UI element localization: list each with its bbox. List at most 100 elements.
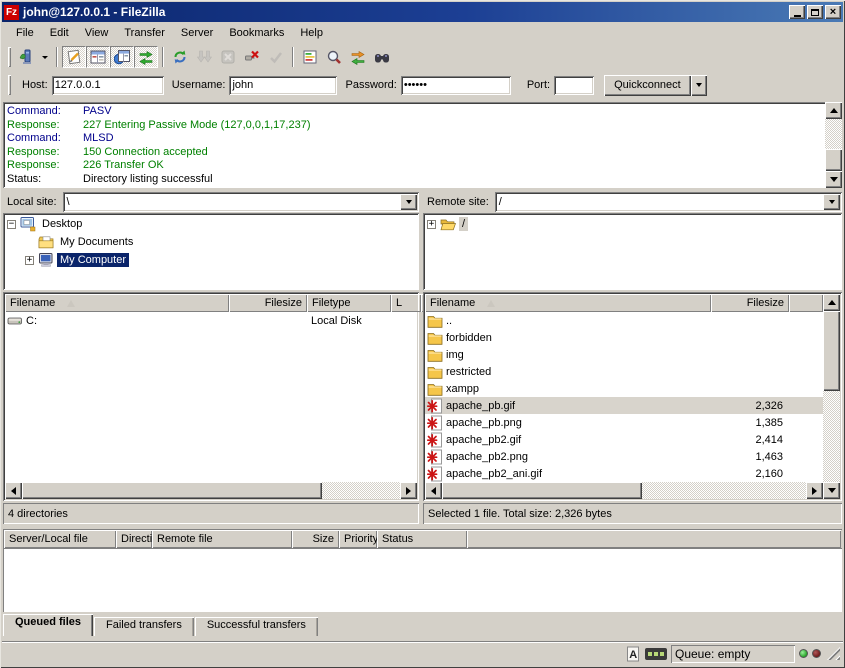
- column-header-filename[interactable]: Filename: [425, 294, 711, 312]
- scroll-track[interactable]: [825, 119, 842, 171]
- menu-bookmarks[interactable]: Bookmarks: [221, 25, 292, 41]
- process-queue-button[interactable]: [192, 46, 216, 68]
- tab-successful-transfers[interactable]: Successful transfers: [195, 617, 318, 636]
- find-files-button[interactable]: [370, 46, 394, 68]
- username-input[interactable]: [229, 76, 337, 95]
- quickconnect-dropdown[interactable]: [691, 75, 707, 96]
- tree-item-my-documents[interactable]: My Documents: [3, 233, 419, 251]
- log-scrollbar[interactable]: [825, 102, 842, 188]
- scroll-track[interactable]: [823, 311, 840, 482]
- column-header-filename[interactable]: Filename: [5, 294, 229, 312]
- column-header-filesize[interactable]: Filesize: [229, 294, 307, 312]
- scroll-thumb[interactable]: [442, 482, 642, 499]
- disconnect-button[interactable]: [240, 46, 264, 68]
- scroll-thumb[interactable]: [825, 149, 842, 171]
- compare-directories-button[interactable]: [322, 46, 346, 68]
- remote-site-value: /: [495, 196, 823, 208]
- toolbar-grip[interactable]: [8, 75, 11, 95]
- toggle-remote-tree-button[interactable]: [110, 46, 134, 68]
- local-h-scrollbar[interactable]: [5, 482, 417, 499]
- queue-column-size[interactable]: Size: [292, 530, 339, 548]
- menu-edit[interactable]: Edit: [42, 25, 77, 41]
- log-line-text: 226 Transfer OK: [83, 159, 164, 173]
- menu-server[interactable]: Server: [173, 25, 221, 41]
- quickconnect-button[interactable]: Quickconnect: [604, 75, 691, 96]
- sync-browsing-button[interactable]: [346, 46, 370, 68]
- tab-queued-files[interactable]: Queued files: [3, 614, 93, 636]
- password-input[interactable]: [401, 76, 511, 95]
- file-row-apache-pb2-ani-gif[interactable]: apache_pb2_ani.gif2,160: [425, 465, 823, 482]
- resize-grip[interactable]: [827, 647, 840, 660]
- column-header-filesize[interactable]: Filesize: [711, 294, 789, 312]
- file-row-c-[interactable]: C:Local Disk: [5, 312, 417, 329]
- toggle-transfer-queue-button[interactable]: [134, 46, 158, 68]
- file-row-restricted[interactable]: restricted: [425, 363, 823, 380]
- remote-site-combo[interactable]: /: [495, 192, 842, 212]
- data-type-indicator-icon[interactable]: A: [625, 646, 641, 662]
- indicator-badge-icon[interactable]: [645, 648, 667, 660]
- tree-item-desktop[interactable]: −Desktop: [3, 215, 419, 233]
- file-row-img[interactable]: img: [425, 346, 823, 363]
- minimize-button[interactable]: [789, 5, 805, 19]
- column-header-label: Priority: [344, 533, 377, 545]
- file-row-apache-pb2-gif[interactable]: apache_pb2.gif2,414: [425, 431, 823, 448]
- scroll-right-button[interactable]: [806, 482, 823, 499]
- title-bar[interactable]: Fz john@127.0.0.1 - FileZilla ×: [2, 2, 843, 22]
- queue-column-remote-file[interactable]: Remote file: [152, 530, 292, 548]
- scroll-up-button[interactable]: [823, 294, 840, 311]
- toggle-local-tree-button[interactable]: [86, 46, 110, 68]
- tree-item--[interactable]: +/: [423, 215, 842, 233]
- menu-transfer[interactable]: Transfer: [116, 25, 173, 41]
- maximize-button[interactable]: [807, 5, 823, 19]
- scroll-up-button[interactable]: [825, 102, 842, 119]
- close-button[interactable]: ×: [825, 5, 841, 19]
- scroll-thumb[interactable]: [823, 311, 840, 391]
- filter-button[interactable]: [298, 46, 322, 68]
- expand-toggle[interactable]: +: [25, 256, 34, 265]
- scroll-thumb[interactable]: [22, 482, 322, 499]
- port-input[interactable]: [554, 76, 594, 95]
- column-header-filetype[interactable]: Filetype: [307, 294, 391, 312]
- tree-item-my-computer[interactable]: +My Computer: [3, 251, 419, 269]
- file-row--[interactable]: ..: [425, 312, 823, 329]
- local-site-dropdown[interactable]: [400, 194, 417, 210]
- tab-failed-transfers[interactable]: Failed transfers: [94, 617, 194, 636]
- scroll-track[interactable]: [442, 482, 806, 499]
- refresh-button[interactable]: [168, 46, 192, 68]
- site-manager-icon: [18, 49, 34, 65]
- scroll-right-button[interactable]: [400, 482, 417, 499]
- reconnect-button[interactable]: [264, 46, 288, 68]
- menu-view[interactable]: View: [77, 25, 117, 41]
- expand-toggle[interactable]: +: [427, 220, 436, 229]
- file-row-apache-pb-png[interactable]: apache_pb.png1,385: [425, 414, 823, 431]
- remote-site-dropdown[interactable]: [823, 194, 840, 210]
- scroll-left-button[interactable]: [5, 482, 22, 499]
- local-site-combo[interactable]: \: [63, 192, 419, 212]
- host-input[interactable]: [52, 76, 164, 95]
- queue-column-directi-[interactable]: Directi...: [116, 530, 152, 548]
- cancel-operation-button[interactable]: [216, 46, 240, 68]
- scroll-down-button[interactable]: [823, 482, 840, 499]
- column-header-l[interactable]: L: [391, 294, 421, 312]
- file-row-apache-pb2-png[interactable]: apache_pb2.png1,463: [425, 448, 823, 465]
- queue-column-status[interactable]: Status: [377, 530, 467, 548]
- toggle-message-log-button[interactable]: [62, 46, 86, 68]
- menu-file[interactable]: File: [8, 25, 42, 41]
- file-row-apache-pb-gif[interactable]: apache_pb.gif2,326: [425, 397, 823, 414]
- menu-help[interactable]: Help: [292, 25, 331, 41]
- scroll-down-button[interactable]: [825, 171, 842, 188]
- queue-column-priority[interactable]: Priority: [339, 530, 377, 548]
- file-row-xampp[interactable]: xampp: [425, 380, 823, 397]
- remote-h-scrollbar[interactable]: [425, 482, 823, 499]
- scroll-left-button[interactable]: [425, 482, 442, 499]
- arrow-left-icon: [431, 487, 436, 495]
- apache-file-icon: [427, 432, 443, 448]
- collapse-toggle[interactable]: −: [7, 220, 16, 229]
- site-manager-dropdown[interactable]: [38, 46, 52, 68]
- queue-column-server-local-file[interactable]: Server/Local file: [4, 530, 116, 548]
- remote-site-bar: Remote site: /: [423, 191, 842, 212]
- scroll-track[interactable]: [22, 482, 400, 499]
- file-row-forbidden[interactable]: forbidden: [425, 329, 823, 346]
- remote-v-scrollbar[interactable]: [823, 294, 840, 499]
- site-manager-button[interactable]: [14, 46, 38, 68]
